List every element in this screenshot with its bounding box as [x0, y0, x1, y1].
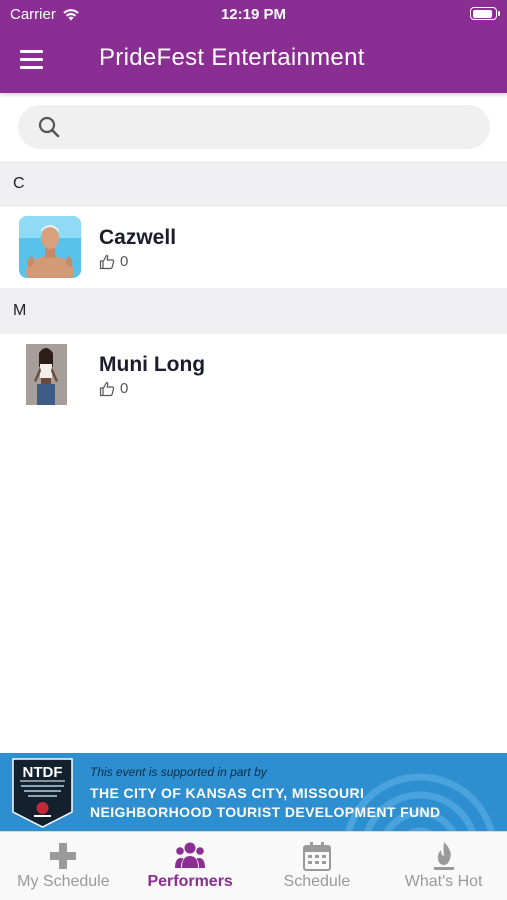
performer-name: Cazwell: [99, 226, 177, 249]
search-input[interactable]: [72, 105, 472, 149]
like-count-value: 0: [120, 253, 129, 270]
sponsor-intro: This event is supported in part by: [90, 765, 267, 779]
tab-bar: My Schedule Performers Schedule What's H…: [0, 831, 507, 900]
like-count[interactable]: 0: [99, 253, 128, 270]
hamburger-menu-icon[interactable]: [20, 44, 50, 74]
tab-performers[interactable]: Performers: [127, 832, 254, 900]
thumbs-up-icon: [99, 254, 115, 269]
like-count-value: 0: [120, 380, 129, 397]
page-title: PrideFest Entertainment: [99, 44, 365, 71]
tab-my-schedule[interactable]: My Schedule: [0, 832, 127, 900]
like-count[interactable]: 0: [99, 380, 128, 397]
calendar-icon: [302, 842, 331, 871]
app-header: Carrier 12:19 PM PrideFest Entertainment: [0, 0, 507, 93]
thumbs-up-icon: [99, 381, 115, 396]
ntdf-logo: NTDF: [12, 758, 73, 828]
performer-row-muni-long[interactable]: Muni Long 0: [0, 334, 507, 416]
tab-label: Performers: [147, 873, 233, 890]
tab-label: What's Hot: [404, 873, 483, 890]
performer-avatar: [19, 216, 81, 278]
plus-icon: [50, 843, 77, 869]
section-header-c: C: [0, 161, 507, 207]
sponsor-line-1: THE CITY OF KANSAS CITY, MISSOURI: [90, 785, 365, 801]
flame-icon: [433, 842, 454, 870]
search-bar[interactable]: [18, 105, 490, 149]
ntdf-logo-text: NTDF: [23, 764, 63, 781]
battery-icon: [470, 7, 500, 20]
search-icon: [38, 116, 60, 138]
sponsor-line-2: NEIGHBORHOOD TOURIST DEVELOPMENT FUND: [90, 804, 441, 820]
tab-whats-hot[interactable]: What's Hot: [380, 832, 507, 900]
sponsor-banner[interactable]: NTDF This event is supported in part by …: [0, 753, 507, 831]
performer-avatar: [19, 343, 81, 405]
status-time: 12:19 PM: [220, 6, 287, 23]
status-bar: Carrier 12:19 PM: [0, 0, 507, 30]
people-icon: [175, 842, 206, 868]
performer-row-cazwell[interactable]: Cazwell 0: [0, 207, 507, 289]
performer-name: Muni Long: [99, 353, 206, 376]
tab-schedule[interactable]: Schedule: [254, 832, 381, 900]
section-header-m: M: [0, 288, 507, 334]
tab-label: Schedule: [283, 873, 351, 890]
tab-label: My Schedule: [17, 873, 110, 890]
